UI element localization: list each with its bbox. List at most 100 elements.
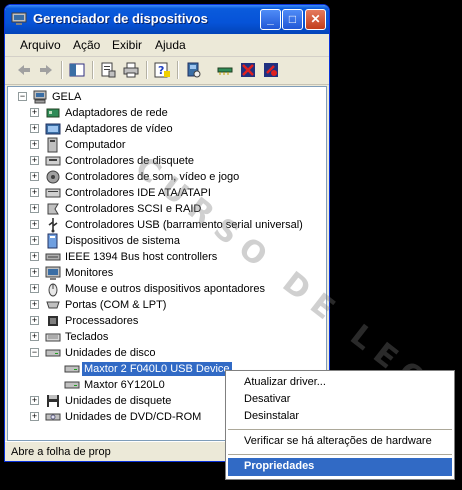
expand-toggle[interactable]: + (30, 252, 39, 261)
tree-device-label: Maxtor 2 F040L0 USB Device (81, 361, 233, 377)
tree-category-label: Dispositivos de sistema (65, 235, 180, 247)
title-bar[interactable]: Gerenciador de dispositivos _ □ ✕ (5, 5, 329, 34)
usb-icon (48, 218, 58, 233)
floppy-controller-icon (45, 156, 61, 166)
firewire-icon (45, 253, 61, 261)
toolbar-separator (92, 61, 94, 79)
menu-acao[interactable]: Ação (73, 38, 100, 52)
menu-exibir[interactable]: Exibir (112, 38, 142, 52)
tree-category-label: Mouse e outros dispositivos apontadores (65, 283, 265, 295)
ctx-scan-hardware-label: Verificar se há alterações de hardware (244, 435, 432, 447)
floppy-drive-icon (47, 395, 59, 407)
expand-toggle[interactable]: + (30, 284, 39, 293)
expand-toggle[interactable]: + (30, 172, 39, 181)
cdrom-icon (45, 413, 61, 421)
monitor-icon (45, 266, 61, 280)
tree-device-label: Maxtor 6Y120L0 (84, 379, 165, 391)
device-manager-icon (11, 12, 27, 25)
collapse-toggle[interactable]: − (18, 92, 27, 101)
tree-category-label: Portas (COM & LPT) (65, 299, 167, 311)
computer-icon (33, 90, 47, 104)
expand-toggle[interactable]: + (30, 188, 39, 197)
tree-category-label: Unidades de DVD/CD-ROM (65, 411, 202, 423)
svg-text:?: ? (158, 64, 164, 77)
tree-category[interactable]: + Adaptadores de rede (8, 105, 326, 121)
mouse-icon (48, 283, 58, 297)
toolbar-separator (177, 61, 179, 79)
scan-hardware-icon[interactable] (185, 61, 203, 79)
window-title: Gerenciador de dispositivos (33, 11, 208, 26)
tree-category[interactable]: + Processadores (8, 313, 326, 329)
uninstall-icon[interactable] (239, 61, 257, 79)
tree-category-label: Adaptadores de vídeo (65, 123, 173, 135)
toolbar-separator (61, 61, 63, 79)
expand-toggle[interactable]: + (30, 332, 39, 341)
collapse-toggle[interactable]: − (30, 348, 39, 357)
ctx-properties-label: Propriedades (244, 460, 315, 472)
ctx-update-driver[interactable]: Atualizar driver... (228, 374, 452, 392)
print-icon[interactable] (122, 61, 140, 79)
sound-icon (46, 170, 60, 184)
expand-toggle[interactable]: + (30, 236, 39, 245)
expand-toggle[interactable]: + (30, 204, 39, 213)
forward-icon[interactable] (37, 61, 55, 79)
system-devices-icon (47, 233, 58, 249)
tree-category-label: IEEE 1394 Bus host controllers (65, 251, 218, 263)
tree-root[interactable]: − GELA (8, 89, 326, 105)
tree-category[interactable]: + Adaptadores de vídeo (8, 121, 326, 137)
tree-category-label: Unidades de disco (65, 347, 156, 359)
computer-icon (47, 137, 58, 153)
tree-category[interactable]: + Dispositivos de sistema (8, 233, 326, 249)
tree-root-label: GELA (52, 91, 82, 103)
help-icon[interactable]: ? (153, 61, 171, 79)
expand-toggle[interactable]: + (30, 156, 39, 165)
scsi-icon (47, 203, 59, 215)
tree-category-label: Teclados (65, 331, 109, 343)
menu-arquivo[interactable]: Arquivo (20, 38, 61, 52)
tree-category[interactable]: + Computador (8, 137, 326, 153)
toolbar: ? (5, 56, 329, 85)
tree-category-label: Unidades de disquete (65, 395, 172, 407)
tree-category-label: Computador (65, 139, 126, 151)
properties-icon[interactable] (99, 61, 117, 79)
port-icon (46, 301, 60, 309)
tree-category-label: Adaptadores de rede (65, 107, 168, 119)
display-adapter-icon (45, 123, 61, 135)
ctx-scan-hardware[interactable]: Verificar se há alterações de hardware (228, 433, 452, 451)
ctx-disable[interactable]: Desativar (228, 391, 452, 409)
menu-ajuda[interactable]: Ajuda (155, 38, 186, 52)
minimize-button[interactable]: _ (260, 9, 281, 30)
ctx-uninstall[interactable]: Desinstalar (228, 408, 452, 426)
tree-category[interactable]: + Teclados (8, 329, 326, 345)
tree-category[interactable]: − Unidades de disco (8, 345, 326, 361)
expand-toggle[interactable]: + (30, 268, 39, 277)
ctx-update-driver-label: Atualizar driver... (244, 376, 326, 388)
ctx-uninstall-label: Desinstalar (244, 410, 300, 422)
network-adapter-icon (46, 108, 60, 118)
expand-toggle[interactable]: + (30, 108, 39, 117)
expand-toggle[interactable]: + (30, 140, 39, 149)
disk-drive-icon (64, 381, 80, 389)
expand-toggle[interactable]: + (30, 412, 39, 421)
expand-toggle[interactable]: + (30, 124, 39, 133)
ctx-separator (228, 454, 452, 455)
ctx-properties[interactable]: Propriedades (228, 458, 452, 476)
disable-icon[interactable] (262, 61, 280, 79)
back-icon[interactable] (15, 61, 33, 79)
tree-category[interactable]: + Controladores USB (barramento serial un… (8, 217, 326, 233)
tree-view-icon[interactable] (68, 61, 86, 79)
update-driver-icon[interactable] (216, 61, 234, 79)
expand-toggle[interactable]: + (30, 316, 39, 325)
ide-controller-icon (45, 188, 61, 198)
expand-toggle[interactable]: + (30, 396, 39, 405)
maximize-button[interactable]: □ (282, 9, 303, 30)
ctx-separator (228, 429, 452, 430)
menu-bar: Arquivo Ação Exibir Ajuda (5, 34, 329, 57)
tree-category-label: Monitores (65, 267, 114, 279)
ctx-disable-label: Desativar (244, 393, 291, 405)
close-button[interactable]: ✕ (305, 9, 326, 30)
toolbar-separator (146, 61, 148, 79)
keyboard-icon (45, 333, 61, 342)
expand-toggle[interactable]: + (30, 300, 39, 309)
expand-toggle[interactable]: + (30, 220, 39, 229)
